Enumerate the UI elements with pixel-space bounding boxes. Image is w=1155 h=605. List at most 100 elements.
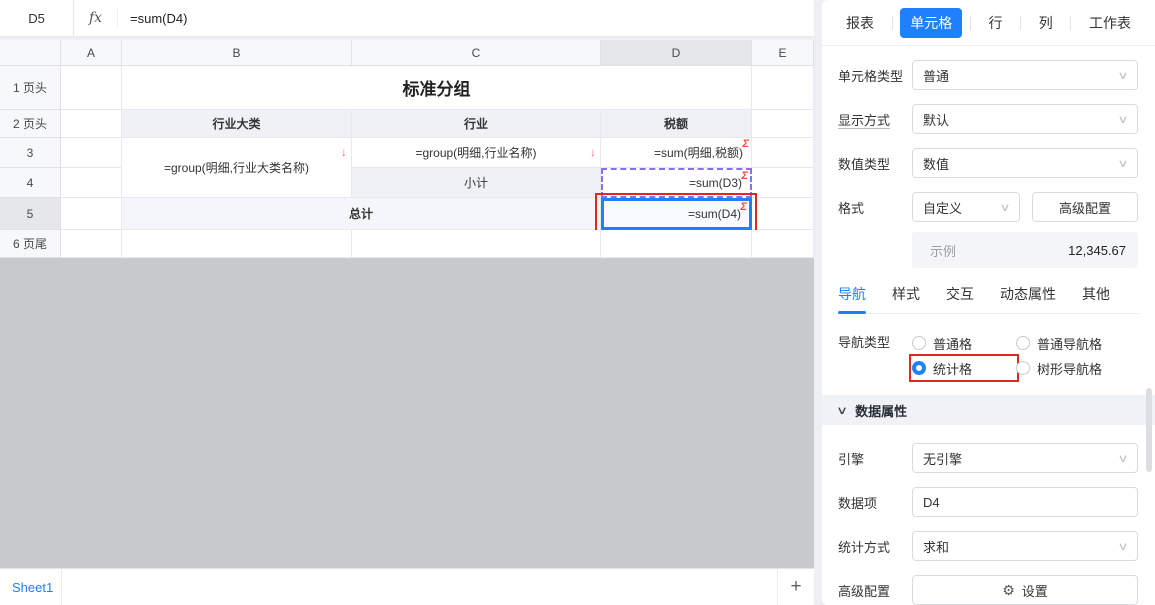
- number-type-value: 数值: [923, 154, 949, 173]
- col-header-b[interactable]: B: [122, 40, 352, 66]
- sheet-tab-sheet1[interactable]: Sheet1: [0, 569, 62, 605]
- panel-scrollbar[interactable]: [1146, 388, 1152, 472]
- chevron-down-icon: ∨: [1117, 69, 1128, 82]
- settings-button-label: 设置: [1022, 581, 1048, 600]
- format-select[interactable]: 自定义 ∨: [912, 192, 1020, 222]
- radio-label: 树形导航格: [1037, 359, 1102, 378]
- cell-b6[interactable]: [122, 230, 352, 258]
- radio-icon: [1016, 361, 1030, 375]
- display-mode-select[interactable]: 默认 ∨: [912, 104, 1138, 134]
- cell-a3[interactable]: [61, 138, 122, 168]
- display-mode-value: 默认: [923, 110, 949, 129]
- chevron-down-icon: ∨: [1117, 452, 1128, 465]
- cell-d6[interactable]: [601, 230, 752, 258]
- cell-a4[interactable]: [61, 168, 122, 198]
- cell-b3-merged[interactable]: =group(明细,行业大类名称) ↓: [122, 138, 352, 198]
- cell-e5[interactable]: [752, 198, 814, 230]
- data-item-label: 数据项: [838, 493, 912, 512]
- cell-c2[interactable]: 行业: [352, 110, 601, 138]
- cell-type-value: 普通: [923, 66, 949, 85]
- radio-tree-nav-cell[interactable]: 树形导航格: [1016, 357, 1102, 379]
- cell-a5[interactable]: [61, 198, 122, 230]
- cell-e4[interactable]: [752, 168, 814, 198]
- cell-e1[interactable]: [752, 66, 814, 110]
- radio-label: 统计格: [933, 359, 972, 378]
- subtab-navigation[interactable]: 导航: [838, 284, 866, 304]
- col-header-e[interactable]: E: [752, 40, 814, 66]
- nav-type-label: 导航类型: [838, 332, 912, 379]
- cell-e3[interactable]: [752, 138, 814, 168]
- row-header-3[interactable]: 3: [0, 138, 61, 168]
- tab-column[interactable]: 列: [1029, 8, 1063, 38]
- data-item-input[interactable]: D4: [912, 487, 1138, 517]
- row-header-4[interactable]: 4: [0, 168, 61, 198]
- chevron-down-icon: ∨: [1117, 157, 1128, 170]
- cell-sub-tabs: 导航 样式 交互 动态属性 其他: [838, 284, 1139, 314]
- cell-reference-box[interactable]: D5: [0, 0, 74, 36]
- add-sheet-button[interactable]: +: [778, 569, 814, 605]
- group-direction-arrow-icon: ↓: [341, 146, 347, 158]
- sheet-tab-strip: [62, 569, 778, 605]
- data-props-section-header[interactable]: ∨ 数据属性: [822, 395, 1155, 425]
- cell-d2[interactable]: 税额: [601, 110, 752, 138]
- radio-label: 普通导航格: [1037, 334, 1102, 353]
- cell-e2[interactable]: [752, 110, 814, 138]
- formula-input[interactable]: =sum(D4): [118, 11, 187, 26]
- cell-c3[interactable]: =group(明细,行业名称) ↓: [352, 138, 601, 168]
- radio-stat-cell-selected[interactable]: 统计格: [912, 357, 1016, 379]
- advanced-settings-button[interactable]: ⚙ 设置: [912, 575, 1138, 605]
- cell-c6[interactable]: [352, 230, 601, 258]
- col-header-a[interactable]: A: [61, 40, 122, 66]
- stat-method-row: 统计方式 求和 ∨: [838, 531, 1138, 561]
- engine-value: 无引擎: [923, 449, 962, 468]
- cell-title-b1d1[interactable]: 标准分组: [122, 66, 752, 110]
- cell-a2[interactable]: [61, 110, 122, 138]
- subtab-other[interactable]: 其他: [1082, 284, 1110, 304]
- number-type-row: 数值类型 数值 ∨: [838, 148, 1138, 178]
- display-mode-label: 显示方式: [838, 110, 912, 129]
- cell-c4[interactable]: 小计: [352, 168, 601, 198]
- format-advanced-config-button[interactable]: 高级配置: [1032, 192, 1138, 222]
- number-type-select[interactable]: 数值 ∨: [912, 148, 1138, 178]
- nav-type-radio-group: 普通格 普通导航格 统计格 树形导航格: [912, 332, 1102, 379]
- subtab-style[interactable]: 样式: [892, 284, 920, 304]
- formula-bar: D5 fx =sum(D4): [0, 0, 814, 37]
- group-direction-arrow-icon: ↓: [590, 146, 596, 158]
- row-header-1[interactable]: 1 页头: [0, 66, 61, 110]
- tab-report[interactable]: 报表: [836, 8, 884, 38]
- row-header-6[interactable]: 6 页尾: [0, 230, 61, 258]
- cell-type-select[interactable]: 普通 ∨: [912, 60, 1138, 90]
- engine-row: 引擎 无引擎 ∨: [838, 443, 1138, 473]
- cell-d5-selected[interactable]: =sum(D4) Σ: [601, 198, 752, 230]
- report-designer: D5 fx =sum(D4) A B C D E 1 页头 2 页头 3 4 5…: [0, 0, 1155, 605]
- col-header-c[interactable]: C: [352, 40, 601, 66]
- properties-panel: 报表 单元格 行 列 工作表 单元格类型 普通 ∨ 显示方式 默认 ∨ 数: [822, 0, 1155, 605]
- number-type-label: 数值类型: [838, 154, 912, 173]
- radio-icon: [1016, 336, 1030, 350]
- format-row: 格式 自定义 ∨ 高级配置: [838, 192, 1138, 222]
- cell-a6[interactable]: [61, 230, 122, 258]
- cell-e6[interactable]: [752, 230, 814, 258]
- subtab-dynamic-props[interactable]: 动态属性: [1000, 284, 1056, 304]
- display-mode-row: 显示方式 默认 ∨: [838, 104, 1138, 134]
- cell-b2[interactable]: 行业大类: [122, 110, 352, 138]
- stat-method-select[interactable]: 求和 ∨: [912, 531, 1138, 561]
- engine-select[interactable]: 无引擎 ∨: [912, 443, 1138, 473]
- cell-b5-merged[interactable]: 总计: [122, 198, 601, 230]
- advanced-config-row: 高级配置 ⚙ 设置: [838, 575, 1138, 605]
- corner-header[interactable]: [0, 40, 61, 66]
- cell-d3[interactable]: =sum(明细,税额) Σ: [601, 138, 752, 168]
- col-header-d[interactable]: D: [601, 40, 752, 66]
- row-header-2[interactable]: 2 页头: [0, 110, 61, 138]
- tab-row[interactable]: 行: [979, 8, 1013, 38]
- sum-sigma-icon: Σ: [741, 202, 748, 213]
- radio-normal-nav-cell[interactable]: 普通导航格: [1016, 332, 1102, 354]
- tab-cell[interactable]: 单元格: [900, 8, 962, 38]
- tab-worksheet[interactable]: 工作表: [1079, 8, 1141, 38]
- subtab-interaction[interactable]: 交互: [946, 284, 974, 304]
- cell-c3-formula: =group(明细,行业名称): [415, 144, 536, 161]
- row-header-5[interactable]: 5: [0, 198, 61, 230]
- radio-normal-cell[interactable]: 普通格: [912, 332, 1016, 354]
- cell-a1[interactable]: [61, 66, 122, 110]
- cell-d4[interactable]: =sum(D3) Σ: [601, 168, 752, 198]
